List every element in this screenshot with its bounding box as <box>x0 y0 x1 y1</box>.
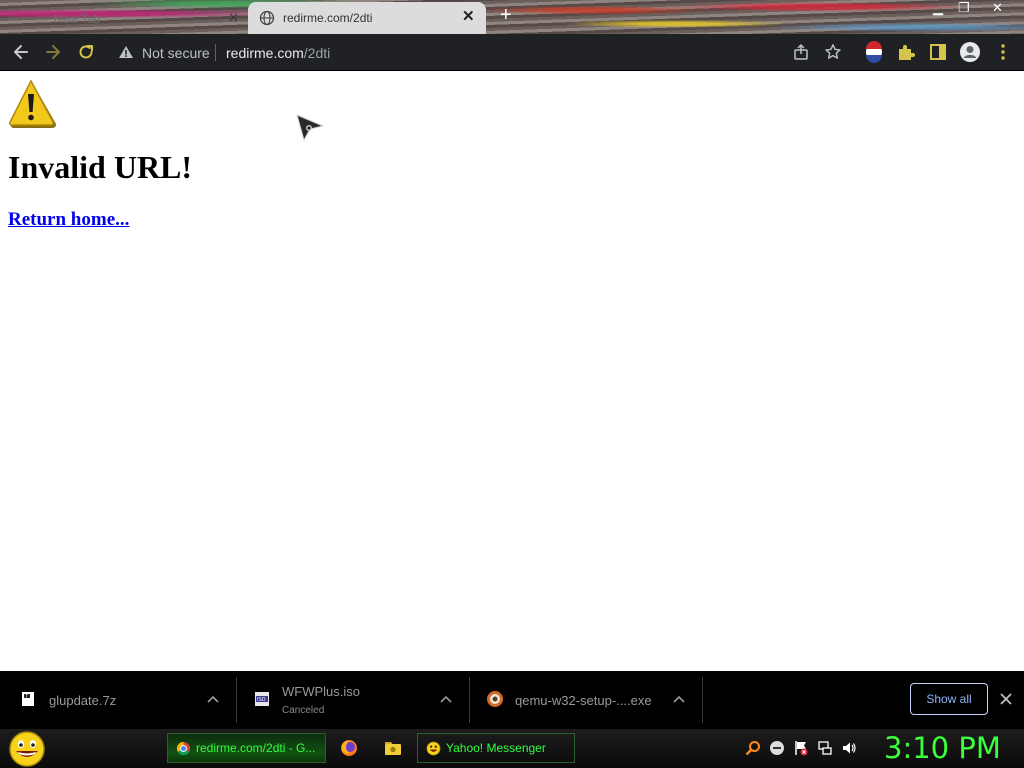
chevron-up-icon[interactable] <box>673 695 685 703</box>
task-yahoo-messenger[interactable]: Yahoo! Messenger <box>417 733 575 763</box>
globe-icon <box>259 10 275 26</box>
minimize-icon[interactable]: ▁ <box>933 0 943 16</box>
chevron-up-icon[interactable] <box>440 695 452 703</box>
svg-text:7: 7 <box>25 694 28 700</box>
url-text[interactable]: redirme.com/2dti <box>226 45 330 61</box>
svg-text:ISO: ISO <box>257 697 266 703</box>
iso-file-icon: ISO <box>255 692 269 706</box>
bookmark-star-icon[interactable] <box>824 43 842 61</box>
menu-kebab-icon[interactable] <box>992 41 1014 63</box>
firefox-icon[interactable] <box>339 738 359 758</box>
yahoo-smiley-icon <box>426 741 441 756</box>
mouse-cursor-icon <box>296 114 325 142</box>
chrome-icon <box>176 741 191 756</box>
profile-avatar-icon[interactable] <box>959 41 981 63</box>
page-heading: Invalid URL! <box>8 149 193 185</box>
network-icon[interactable] <box>817 740 833 756</box>
page-content: Invalid URL! Return home... <box>0 71 1024 671</box>
qemu-installer-icon <box>487 691 503 707</box>
tab-redirme[interactable]: redirme.com/2dti ✕ <box>248 2 486 34</box>
browser-toolbar: Not secure redirme.com/2dti <box>0 34 1024 70</box>
close-icon[interactable] <box>998 691 1014 707</box>
download-divider <box>702 677 703 723</box>
extension-flag-icon[interactable] <box>863 41 885 63</box>
task-browser[interactable]: redirme.com/2dti - G... <box>167 733 326 763</box>
omnibox-divider <box>215 44 216 61</box>
warning-sign-icon <box>9 80 57 128</box>
tab-title: New Tab <box>54 12 101 26</box>
download-filename: glupdate.7z <box>49 693 117 708</box>
address-bar[interactable]: Not secure redirme.com/2dti <box>108 37 852 67</box>
task-label: redirme.com/2dti - G... <box>196 741 316 755</box>
download-shelf: 7 glupdate.7z ISO WFWPlus.iso Canceled q… <box>0 671 1024 729</box>
forward-arrow-icon[interactable] <box>42 41 64 63</box>
tab-strip: New Tab ✕ redirme.com/2dti ✕ + ▁ ❐ ✕ <box>0 0 1024 34</box>
download-filename: qemu-w32-setup-....exe <box>515 693 652 708</box>
warning-triangle-icon[interactable] <box>118 44 134 60</box>
action-center-flag-icon[interactable] <box>793 740 809 756</box>
tab-title: redirme.com/2dti <box>283 11 373 25</box>
start-smiley-icon[interactable] <box>8 730 46 768</box>
download-filename: WFWPlus.iso <box>282 684 360 699</box>
window-close-icon[interactable]: ✕ <box>992 0 1003 16</box>
new-tab-plus-icon[interactable]: + <box>500 5 512 25</box>
return-home-link[interactable]: Return home... <box>8 209 129 231</box>
url-host: redirme.com <box>226 45 304 61</box>
reload-icon[interactable] <box>75 41 97 63</box>
show-all-button[interactable]: Show all <box>910 683 988 715</box>
task-label: Yahoo! Messenger <box>446 741 546 755</box>
extensions-puzzle-icon[interactable] <box>895 41 917 63</box>
archive-file-icon: 7 <box>22 692 34 706</box>
download-item[interactable]: 7 glupdate.7z <box>0 671 236 729</box>
search-icon[interactable] <box>745 740 761 756</box>
tab-new-tab[interactable]: New Tab ✕ <box>8 4 248 34</box>
clock[interactable]: 3:10 PM <box>884 731 1001 765</box>
volume-icon[interactable] <box>841 740 857 756</box>
folder-icon[interactable] <box>383 738 403 758</box>
url-path: /2dti <box>303 45 331 61</box>
status-minus-icon[interactable] <box>769 740 785 756</box>
restore-icon[interactable]: ❐ <box>958 0 970 16</box>
back-arrow-icon[interactable] <box>10 41 32 63</box>
share-icon[interactable] <box>792 43 810 61</box>
close-tab-icon[interactable]: ✕ <box>228 10 239 26</box>
download-item[interactable]: qemu-w32-setup-....exe <box>469 671 702 729</box>
taskbar: redirme.com/2dti - G... Yahoo! Messenger <box>0 729 1024 768</box>
download-status: Canceled <box>282 705 325 716</box>
download-item[interactable]: ISO WFWPlus.iso Canceled <box>236 671 469 729</box>
side-panel-icon[interactable] <box>927 41 949 63</box>
security-label[interactable]: Not secure <box>142 45 210 61</box>
chevron-up-icon[interactable] <box>207 695 219 703</box>
close-tab-icon[interactable]: ✕ <box>462 7 475 25</box>
